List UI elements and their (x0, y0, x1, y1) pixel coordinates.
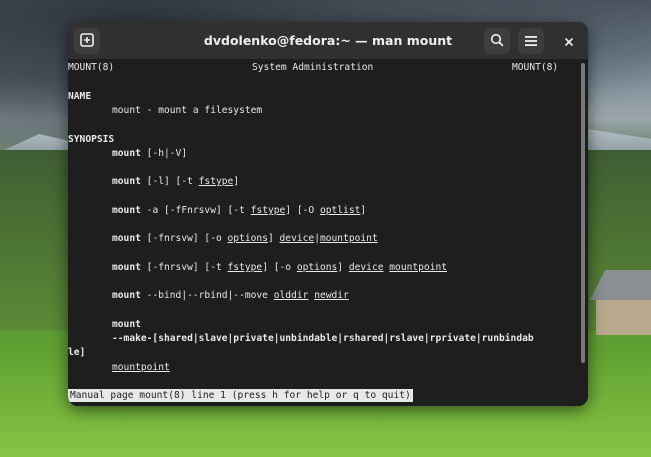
hamburger-menu-icon (524, 32, 538, 51)
synopsis-line-7-wrap: le] (68, 347, 86, 358)
man-header-right: MOUNT(8) (512, 62, 559, 73)
name-description: mount - mount a filesystem (112, 105, 263, 116)
synopsis-line-3: mount -a [-fFnrsvw] [-t fstype] [-O optl… (112, 205, 367, 216)
new-tab-icon (80, 32, 94, 51)
menu-button[interactable] (518, 28, 544, 54)
scrollbar-thumb[interactable] (581, 63, 585, 363)
section-heading-synopsis: SYNOPSIS (68, 134, 115, 145)
new-tab-button[interactable] (74, 28, 100, 54)
synopsis-line-1: mount [-h|-V] (112, 148, 188, 159)
search-button[interactable] (484, 28, 510, 54)
synopsis-line-4: mount [-fnrsvw] [-o options] device|moun… (112, 233, 378, 244)
synopsis-line-7-arg: mountpoint (112, 362, 170, 373)
search-icon (490, 32, 504, 51)
synopsis-line-5: mount [-fnrsvw] [-t fstype] [-o options]… (112, 262, 448, 273)
close-button[interactable] (556, 28, 582, 54)
synopsis-line-2: mount [-l] [-t fstype] (112, 176, 240, 187)
terminal-output[interactable]: MOUNT(8) System Administration MOUNT(8) … (68, 59, 588, 406)
man-header-center: System Administration (252, 62, 374, 73)
section-heading-name: NAME (68, 91, 92, 102)
window-title: dvdolenko@fedora:~ — man mount (203, 33, 453, 48)
terminal-window: dvdolenko@fedora:~ — man mount MOUNT(8) … (68, 22, 588, 406)
pager-status-line: Manual page mount(8) line 1 (press h for… (68, 389, 413, 402)
synopsis-line-6: mount --bind|--rbind|--move olddir newdi… (112, 290, 349, 301)
title-bar[interactable]: dvdolenko@fedora:~ — man mount (68, 22, 588, 59)
synopsis-line-7-cmd: mount (112, 319, 141, 330)
man-header-left: MOUNT(8) (68, 62, 115, 73)
synopsis-line-7-make: --make-[shared|slave|private|unbindable|… (112, 333, 534, 344)
close-icon (564, 32, 574, 51)
wallpaper-barn (590, 270, 651, 335)
